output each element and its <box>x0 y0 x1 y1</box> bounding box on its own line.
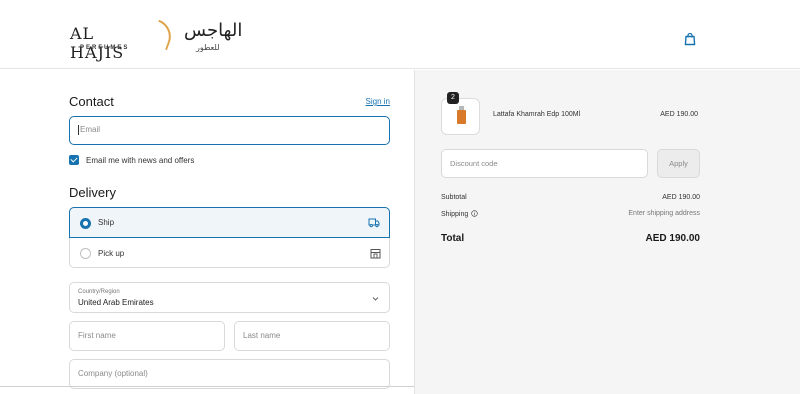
logo-swirl-icon <box>150 19 176 51</box>
company-field[interactable]: Company (optional) <box>69 359 390 389</box>
newsletter-checkbox[interactable] <box>69 155 79 165</box>
shipping-label-group: Shipping <box>441 210 478 218</box>
total-value: AED 190.00 <box>645 233 700 244</box>
country-select[interactable]: Country/Region United Arab Emirates <box>69 282 390 313</box>
text-caret <box>78 124 79 135</box>
logo-subtext-ar: للعطور <box>196 43 220 52</box>
product-price: AED 190.00 <box>660 111 698 118</box>
info-icon[interactable] <box>471 210 478 217</box>
order-summary: 2 Lattafa Khamrah Edp 100Ml AED 190.00 D… <box>414 70 800 394</box>
chevron-down-icon <box>372 297 379 301</box>
delivery-heading: Delivery <box>69 185 116 200</box>
logo-text-ar: الهاجس <box>184 20 243 41</box>
delivery-method-group: Ship Pick up <box>69 207 390 268</box>
checkout-form: Contact Sign in Email Email me with news… <box>0 70 414 394</box>
subtotal-value: AED 190.00 <box>662 194 700 201</box>
subtotal-row: Subtotal AED 190.00 <box>441 194 700 205</box>
pickup-radio[interactable] <box>80 248 91 259</box>
pickup-label: Pick up <box>98 249 125 258</box>
perfume-bottle-icon <box>457 106 466 124</box>
discount-code-field[interactable]: Discount code <box>441 149 648 178</box>
email-field[interactable]: Email <box>69 116 390 145</box>
apply-discount-button[interactable]: Apply <box>657 149 700 178</box>
newsletter-label: Email me with news and offers <box>86 155 195 165</box>
ship-label: Ship <box>98 218 115 227</box>
product-thumbnail <box>441 98 480 135</box>
product-name: Lattafa Khamrah Edp 100Ml <box>493 111 581 118</box>
shipping-value: Enter shipping address <box>628 210 700 217</box>
last-name-field[interactable]: Last name <box>234 321 390 351</box>
shipping-label: Shipping <box>441 211 469 218</box>
store-icon <box>370 249 381 259</box>
logo-subtext-en: PERFUMES <box>80 45 130 51</box>
subtotal-label: Subtotal <box>441 194 467 201</box>
shopping-bag-icon[interactable] <box>683 32 697 46</box>
logo-text-en: AL HAJIS <box>70 24 125 62</box>
delivery-option-ship[interactable]: Ship <box>69 207 390 238</box>
truck-icon <box>368 218 380 228</box>
header: AL HAJIS PERFUMES الهاجس للعطور <box>0 0 800 69</box>
first-name-field[interactable]: First name <box>69 321 225 351</box>
total-row: Total AED 190.00 <box>441 233 700 247</box>
total-label: Total <box>441 233 465 244</box>
divider <box>0 386 414 387</box>
shipping-row: Shipping Enter shipping address <box>441 210 700 221</box>
ship-radio[interactable] <box>80 218 91 229</box>
contact-heading: Contact <box>69 94 114 109</box>
newsletter-option[interactable]: Email me with news and offers <box>69 154 194 166</box>
quantity-badge: 2 <box>447 92 459 104</box>
country-caption: Country/Region <box>78 289 120 295</box>
email-placeholder: Email <box>80 125 101 134</box>
country-value: United Arab Emirates <box>78 298 154 307</box>
delivery-option-pickup[interactable]: Pick up <box>70 239 391 269</box>
sign-in-link[interactable]: Sign in <box>366 97 390 106</box>
